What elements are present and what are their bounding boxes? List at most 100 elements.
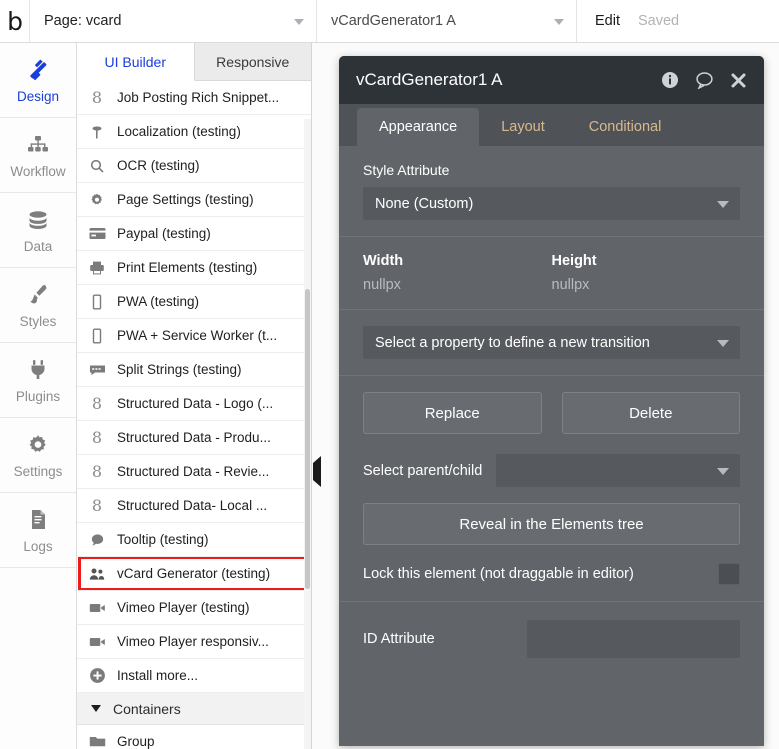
list-item-label: Group: [117, 734, 155, 749]
width-value: nullpx: [363, 277, 401, 293]
parent-child-section: Select parent/child: [339, 450, 764, 497]
brush-icon: [25, 282, 51, 308]
list-item[interactable]: Split Strings (testing): [77, 353, 311, 387]
delete-button[interactable]: Delete: [561, 392, 740, 434]
search-icon: [87, 158, 107, 174]
document-icon: [25, 507, 51, 533]
list-item[interactable]: Page Settings (testing): [77, 183, 311, 217]
reveal-in-elements-tree-button[interactable]: Reveal in the Elements tree: [363, 503, 740, 545]
chevron-down-icon: [554, 19, 564, 25]
tab-conditional[interactable]: Conditional: [567, 108, 684, 146]
list-item[interactable]: Vimeo Player responsiv...: [77, 625, 311, 659]
transition-value: Select a property to define a new transi…: [375, 334, 650, 351]
id-attribute-section: ID Attribute: [339, 602, 764, 674]
list-item[interactable]: Group: [77, 725, 311, 749]
list-item-label: vCard Generator (testing): [117, 566, 271, 581]
info-icon[interactable]: [658, 71, 682, 89]
transition-dropdown[interactable]: Select a property to define a new transi…: [363, 326, 740, 359]
list-item[interactable]: 8 Structured Data - Revie...: [77, 455, 311, 489]
list-item[interactable]: Tooltip (testing): [77, 523, 311, 557]
bubble-logo[interactable]: b: [0, 0, 30, 42]
rail-label: Data: [23, 238, 53, 254]
list-item-label: Structured Data - Produ...: [117, 430, 271, 445]
panel-collapse-handle[interactable]: [313, 456, 323, 487]
schema-icon: 8: [91, 393, 103, 413]
property-editor-tabs: Appearance Layout Conditional: [339, 104, 764, 146]
rail-item-plugins[interactable]: Plugins: [0, 343, 76, 418]
tab-responsive[interactable]: Responsive: [194, 43, 311, 80]
property-editor-title: vCardGenerator1 A: [356, 70, 503, 89]
lock-element-checkbox[interactable]: [718, 563, 740, 585]
folder-icon: [87, 735, 107, 748]
height-field: Height nullpx: [552, 253, 741, 293]
list-item[interactable]: Localization (testing): [77, 115, 311, 149]
style-attribute-value: None (Custom): [375, 195, 474, 212]
rail-item-logs[interactable]: Logs: [0, 493, 76, 568]
rail-item-workflow[interactable]: Workflow: [0, 118, 76, 193]
schema-icon: 8: [91, 461, 103, 481]
chevron-down-icon: [717, 200, 729, 208]
list-item-label: Print Elements (testing): [117, 260, 258, 275]
property-editor-header[interactable]: vCardGenerator1 A: [339, 56, 764, 104]
id-attribute-input[interactable]: [527, 620, 740, 658]
schema-icon: 8: [91, 495, 103, 515]
parent-child-dropdown[interactable]: [496, 454, 740, 487]
width-label: Width: [363, 253, 404, 269]
style-attribute-dropdown[interactable]: None (Custom): [363, 187, 740, 220]
chat-icon: [87, 363, 107, 376]
list-item[interactable]: 8 Structured Data- Local ...: [77, 489, 311, 523]
palette-scrollbar[interactable]: [304, 119, 311, 749]
list-item-label: OCR (testing): [117, 158, 200, 173]
rail-label: Plugins: [15, 388, 61, 404]
page-selector[interactable]: Page: vcard: [30, 0, 317, 42]
video-icon: [87, 636, 107, 648]
comment-icon[interactable]: [692, 71, 716, 89]
rail-item-data[interactable]: Data: [0, 193, 76, 268]
property-editor-body: Style Attribute None (Custom) Width null…: [339, 146, 764, 746]
rail-item-settings[interactable]: Settings: [0, 418, 76, 493]
list-item[interactable]: Paypal (testing): [77, 217, 311, 251]
edit-button[interactable]: Edit: [595, 13, 620, 29]
list-item[interactable]: OCR (testing): [77, 149, 311, 183]
list-item-install-more[interactable]: Install more...: [77, 659, 311, 693]
element-selector[interactable]: vCardGenerator1 A: [317, 0, 577, 42]
database-icon: [25, 207, 51, 233]
replace-button[interactable]: Replace: [363, 392, 542, 434]
rail-label: Styles: [19, 313, 57, 329]
list-item-label: Vimeo Player responsiv...: [117, 634, 269, 649]
list-item[interactable]: 8 Structured Data - Logo (...: [77, 387, 311, 421]
tab-ui-builder[interactable]: UI Builder: [77, 43, 195, 81]
list-item-vcard-generator[interactable]: vCard Generator (testing): [77, 557, 311, 591]
close-icon[interactable]: [726, 72, 750, 89]
tab-appearance[interactable]: Appearance: [357, 108, 480, 146]
height-label: Height: [551, 253, 597, 269]
action-buttons-section: Replace Delete: [339, 376, 764, 450]
chevron-down-icon: [717, 339, 729, 347]
list-item[interactable]: Vimeo Player (testing): [77, 591, 311, 625]
element-selector-label: vCardGenerator1 A: [331, 13, 456, 29]
chevron-down-icon: [717, 467, 729, 475]
list-item-label: Split Strings (testing): [117, 362, 242, 377]
gear-icon: [87, 192, 107, 208]
palette-scroll-thumb[interactable]: [305, 289, 310, 589]
list-item[interactable]: 8 Structured Data - Produ...: [77, 421, 311, 455]
list-item-label: Vimeo Player (testing): [117, 600, 250, 615]
phone-icon: [87, 328, 107, 344]
rail-label: Settings: [13, 463, 63, 479]
contacts-icon: [87, 567, 107, 581]
lock-section: Lock this element (not draggable in edit…: [339, 557, 764, 602]
rail-label: Logs: [23, 538, 53, 554]
palette-list: 8 Job Posting Rich Snippet... Localizati…: [77, 81, 311, 749]
video-icon: [87, 602, 107, 614]
rail-item-design[interactable]: Design: [0, 43, 76, 118]
list-item[interactable]: 8 Job Posting Rich Snippet...: [77, 81, 311, 115]
width-field: Width nullpx: [363, 253, 552, 293]
tab-layout[interactable]: Layout: [479, 108, 567, 146]
design-icon: [25, 57, 51, 83]
list-item[interactable]: PWA + Service Worker (t...: [77, 319, 311, 353]
list-item[interactable]: PWA (testing): [77, 285, 311, 319]
lock-element-label: Lock this element (not draggable in edit…: [363, 566, 634, 582]
rail-item-styles[interactable]: Styles: [0, 268, 76, 343]
list-item[interactable]: Print Elements (testing): [77, 251, 311, 285]
group-header-containers[interactable]: Containers: [77, 693, 311, 725]
